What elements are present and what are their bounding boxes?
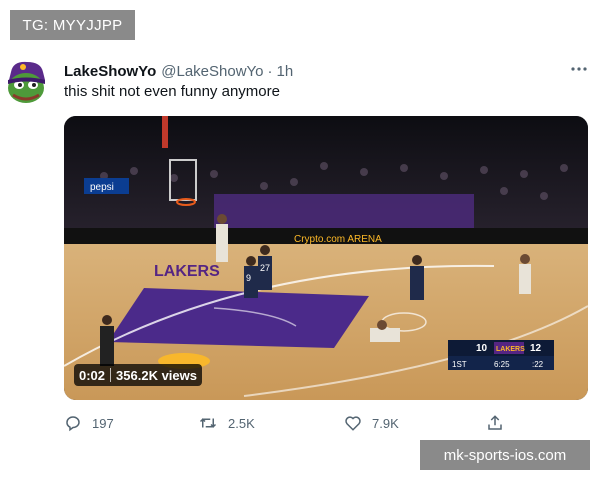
separator-dot: · — [267, 62, 273, 80]
court-logo: LAKERS — [154, 263, 220, 280]
video-duration: 0:02 — [79, 367, 106, 383]
home-score: 12 — [530, 343, 542, 354]
reply-icon — [66, 416, 80, 432]
home-team: LAKERS — [496, 346, 525, 353]
player-number-2: 27 — [260, 263, 270, 273]
shot-clock: :22 — [532, 360, 544, 369]
more-button[interactable] — [568, 60, 590, 78]
watermark-top: TG: MYYJJPP — [10, 10, 135, 40]
avatar[interactable] — [5, 58, 47, 106]
more-horizontal-icon — [571, 67, 587, 71]
video-duration-badge: 0:02 356.2K views — [74, 364, 202, 386]
share-button[interactable] — [486, 412, 514, 434]
away-score: 10 — [476, 343, 488, 354]
display-name[interactable]: LakeShowYo — [64, 63, 156, 80]
watermark-bottom: mk-sports-ios.com — [420, 440, 590, 470]
arena-sign: Crypto.com ARENA — [294, 234, 382, 245]
video-player[interactable]: Crypto.com ARENA pepsi LAKERS 9 27 10 LA… — [64, 116, 588, 400]
scoreboard: 10 LAKERS 12 1ST 6:25 :22 — [448, 340, 554, 370]
tweet-text: this shit not even funny anymore — [64, 83, 280, 100]
retweet-button[interactable]: 2.5K — [198, 412, 255, 434]
quarter: 1ST — [452, 360, 467, 369]
game-clock: 6:25 — [494, 360, 510, 369]
player-number-1: 9 — [246, 273, 251, 283]
like-count: 7.9K — [372, 415, 399, 431]
timestamp[interactable]: 1h — [277, 63, 294, 80]
share-icon — [488, 415, 502, 430]
like-button[interactable]: 7.9K — [344, 412, 399, 434]
retweet-icon — [199, 418, 217, 428]
reply-count: 197 — [92, 415, 114, 431]
tweet-header: LakeShowYo @LakeShowYo · 1h — [64, 60, 594, 82]
action-bar: 197 2.5K 7.9K — [64, 412, 514, 434]
user-handle[interactable]: @LakeShowYo — [161, 63, 263, 80]
heart-icon — [345, 416, 361, 431]
sponsor-sign: pepsi — [90, 182, 114, 193]
retweet-count: 2.5K — [228, 415, 255, 431]
video-views: 356.2K views — [116, 367, 197, 383]
avatar-image — [8, 61, 45, 103]
video-frame: Crypto.com ARENA pepsi LAKERS 9 27 10 LA… — [64, 116, 588, 400]
reply-button[interactable]: 197 — [64, 412, 114, 434]
